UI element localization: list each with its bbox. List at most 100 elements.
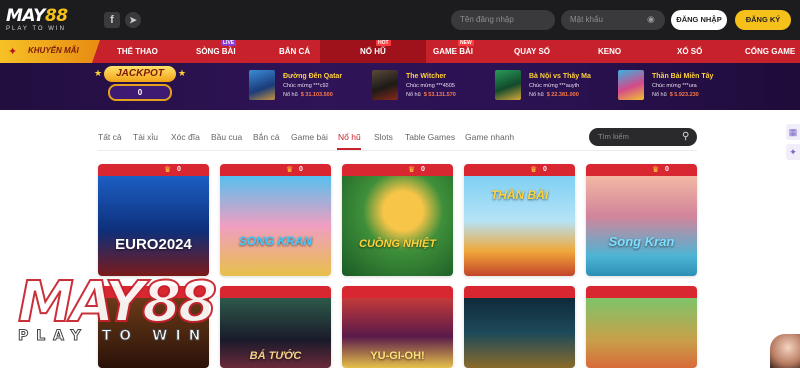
game-card[interactable]: ♛ 0 SONG KRAN	[220, 164, 331, 276]
star-icon: ★	[94, 68, 103, 78]
game-card[interactable]	[586, 286, 697, 368]
game-title: CUỒNG NHIỆT	[359, 238, 436, 250]
jackpot-count: 0	[299, 166, 303, 173]
grid-icon[interactable]: ▦	[786, 124, 800, 140]
game-card[interactable]: YU-GI-OH!	[342, 286, 453, 368]
winner-game: Bà Nội vs Thây Ma	[529, 73, 591, 80]
nav-item-cong-game[interactable]: CỔNG GAME	[745, 47, 795, 56]
winner-game: The Witcher	[406, 73, 446, 80]
tab-xoc-dia[interactable]: Xóc đĩa	[171, 132, 200, 142]
crown-icon: ♛	[530, 165, 538, 174]
winner-user: Chúc mừng ***c92	[283, 83, 329, 89]
game-card[interactable]: ♛ 0 EURO2024	[98, 164, 209, 276]
card-jackpot-header: ♛ 0	[464, 164, 575, 176]
game-title: YU-GI-OH!	[370, 350, 425, 362]
tab-bau-cua[interactable]: Bầu cua	[211, 132, 242, 142]
game-card[interactable]	[464, 286, 575, 368]
tab-slots[interactable]: Slots	[374, 132, 393, 142]
card-jackpot-header: ♛ 0	[220, 164, 331, 176]
telegram-icon[interactable]: ➤	[125, 12, 141, 28]
jackpot-count: 0	[543, 166, 547, 173]
tab-no-hu[interactable]: Nổ hũ	[338, 132, 361, 142]
tabs-divider	[97, 150, 697, 151]
game-title: EURO2024	[115, 236, 192, 253]
logo-tagline: PLAY TO WIN	[6, 26, 66, 32]
crown-icon: ♛	[164, 165, 172, 174]
support-avatar[interactable]	[770, 334, 800, 368]
tab-game-nhanh[interactable]: Game nhanh	[465, 132, 514, 142]
nav-item-keno[interactable]: KENO	[598, 47, 621, 56]
winner-game: Đường Đến Qatar	[283, 73, 343, 80]
game-title: Song Kran	[608, 234, 675, 249]
facebook-icon[interactable]: f	[104, 12, 120, 28]
card-jackpot-header: ♛ 0	[586, 164, 697, 176]
card-jackpot-header	[464, 286, 575, 298]
crown-icon: ♛	[408, 165, 416, 174]
game-art: BÁ TƯỚC	[220, 298, 331, 368]
register-button[interactable]: ĐĂNG KÝ	[735, 10, 791, 30]
jackpot-title: JACKPOT	[104, 66, 176, 82]
card-jackpot-header	[586, 286, 697, 298]
winner-user: Chúc mừng ***ura	[652, 83, 697, 89]
card-jackpot-header: ♛ 0	[98, 164, 209, 176]
nav-item-song-bai[interactable]: SÒNG BÀI	[196, 47, 236, 56]
game-art	[98, 298, 209, 368]
game-thumbnail	[249, 70, 275, 100]
page: MAY88 PLAY TO WIN f ➤ ◉ ĐĂNG NHẬP ĐĂNG K…	[0, 0, 800, 368]
tab-all[interactable]: Tất cả	[98, 132, 122, 142]
game-thumbnail	[618, 70, 644, 100]
sparkle-icon[interactable]: ✦	[786, 144, 800, 160]
eye-icon[interactable]: ◉	[647, 14, 659, 26]
brand-logo[interactable]: MAY88 PLAY TO WIN	[6, 7, 90, 35]
game-art: EURO2024	[98, 176, 209, 276]
jackpot-count: 0	[421, 166, 425, 173]
jackpot-winner[interactable]: Thần Bài Miền Tây Chúc mừng ***ura Nổ hũ…	[618, 70, 728, 102]
nav-item-ban-ca[interactable]: BẮN CÁ	[279, 47, 310, 56]
game-art: SONG KRAN	[220, 176, 331, 276]
logo-wordmark: MAY88	[6, 6, 68, 26]
card-jackpot-header: ♛ 0	[342, 164, 453, 176]
nav-promo[interactable]: ✦ KHUYẾN MÃI	[0, 40, 100, 63]
game-thumbnail	[372, 70, 398, 100]
winner-game: Thần Bài Miền Tây	[652, 73, 714, 80]
crown-icon: ♛	[652, 165, 660, 174]
game-title: SONG KRAN	[238, 234, 313, 248]
jackpot-winner[interactable]: Bà Nội vs Thây Ma Chúc mừng ***auyth Nổ …	[495, 70, 605, 102]
nav-promo-label: KHUYẾN MÃI	[28, 46, 79, 55]
game-card[interactable]	[98, 286, 209, 368]
winner-user: Chúc mừng ***4505	[406, 83, 455, 89]
nav-item-the-thao[interactable]: THỂ THAO	[117, 47, 158, 56]
jackpot-winner[interactable]: The Witcher Chúc mừng ***4505 Nổ hũ $ 53.…	[372, 70, 482, 102]
game-art: THẦN BÀI	[464, 176, 575, 276]
hot-badge: HOT	[376, 40, 391, 46]
username-input[interactable]	[451, 10, 555, 30]
star-icon: ★	[178, 68, 187, 78]
game-card[interactable]: ♛ 0 CUỒNG NHIỆT	[342, 164, 453, 276]
tab-table-games[interactable]: Table Games	[405, 132, 455, 142]
crown-icon: ♛	[286, 165, 294, 174]
winner-amount: Nổ hũ $ 22.381.000	[529, 92, 579, 98]
nav-item-no-hu[interactable]: NỔ HŨ	[360, 47, 386, 56]
jackpot-count: 0	[177, 166, 181, 173]
card-jackpot-header	[342, 286, 453, 298]
game-art: YU-GI-OH!	[342, 298, 453, 368]
winner-amount: Nổ hũ $ 53.131.570	[406, 92, 456, 98]
nav-item-quay-so[interactable]: QUAY SỐ	[514, 47, 550, 56]
search-icon[interactable]: ⚲	[682, 131, 689, 142]
tab-game-bai[interactable]: Game bài	[291, 132, 328, 142]
tab-ban-ca[interactable]: Bắn cá	[253, 132, 279, 142]
game-title: THẦN BÀI	[490, 188, 549, 202]
jackpot-winner[interactable]: Đường Đến Qatar Chúc mừng ***c92 Nổ hũ $ …	[249, 70, 359, 102]
nav-item-game-bai[interactable]: GAME BÀI	[433, 47, 473, 56]
search-input[interactable]	[589, 128, 697, 146]
game-card[interactable]: BÁ TƯỚC	[220, 286, 331, 368]
card-jackpot-header	[98, 286, 209, 298]
nav-item-xo-so[interactable]: XỔ SỐ	[677, 47, 702, 56]
game-card[interactable]: ♛ 0 THẦN BÀI	[464, 164, 575, 276]
game-thumbnail	[495, 70, 521, 100]
login-button[interactable]: ĐĂNG NHẬP	[671, 10, 727, 30]
tab-tai-xiu[interactable]: Tài xỉu	[133, 132, 158, 142]
game-art: Song Kran	[586, 176, 697, 276]
gift-icon: ✦	[8, 46, 18, 58]
game-card[interactable]: ♛ 0 Song Kran	[586, 164, 697, 276]
